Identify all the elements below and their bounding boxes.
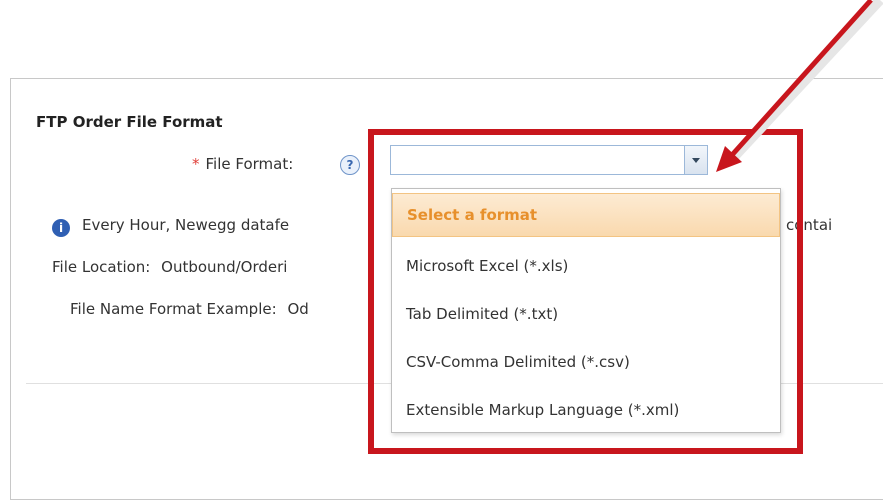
annotation-arrow-icon: [716, 0, 883, 172]
